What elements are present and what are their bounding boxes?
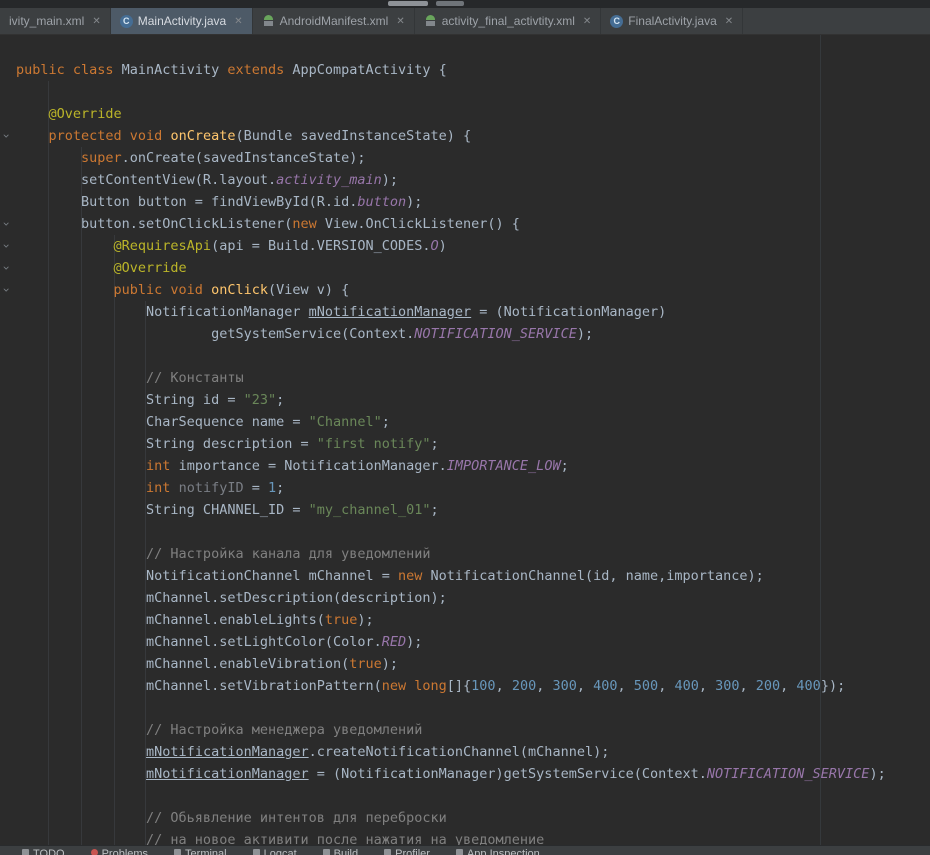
code-line: mChannel.enableLights(true); bbox=[0, 609, 930, 631]
close-tab-icon[interactable]: ✕ bbox=[396, 16, 404, 27]
tab-ivity-main-xml[interactable]: ivity_main.xml ✕ bbox=[0, 8, 111, 34]
code-line: int notifyID = 1; bbox=[0, 477, 930, 499]
code-line: // Настройка канала для уведомлений bbox=[0, 543, 930, 565]
code-line bbox=[0, 81, 930, 103]
statusbar-item-label: Build bbox=[334, 847, 358, 855]
code-line: @RequiresApi(api = Build.VERSION_CODES.O… bbox=[0, 235, 930, 257]
build-icon bbox=[323, 849, 330, 855]
terminal-icon bbox=[174, 849, 181, 855]
statusbar-item-label: TODO bbox=[33, 847, 65, 855]
code-line bbox=[0, 785, 930, 807]
code-line: mChannel.setDescription(description); bbox=[0, 587, 930, 609]
java-class-icon: C bbox=[120, 15, 133, 28]
code-line: button.setOnClickListener(new View.OnCli… bbox=[0, 213, 930, 235]
editor[interactable]: public class MainActivity extends AppCom… bbox=[0, 35, 930, 845]
top-toolbar-strip bbox=[0, 0, 930, 8]
statusbar-item-todo[interactable]: TODO bbox=[22, 847, 65, 855]
code-line: String CHANNEL_ID = "my_channel_01"; bbox=[0, 499, 930, 521]
fold-marker-icon[interactable]: › bbox=[0, 288, 13, 293]
statusbar-item-label: Logcat bbox=[264, 847, 297, 855]
statusbar-item-terminal[interactable]: Terminal bbox=[174, 847, 227, 855]
statusbar-item-label: Problems bbox=[102, 847, 148, 855]
code-line: setContentView(R.layout.activity_main); bbox=[0, 169, 930, 191]
tab-bar: ivity_main.xml✕CMainActivity.java✕Androi… bbox=[0, 8, 930, 35]
statusbar-item-logcat[interactable]: Logcat bbox=[253, 847, 297, 855]
tab-label: ivity_main.xml bbox=[9, 14, 84, 28]
code-line bbox=[0, 345, 930, 367]
problems-icon bbox=[91, 849, 98, 855]
statusbar-item-build[interactable]: Build bbox=[323, 847, 358, 855]
code-line: NotificationManager mNotificationManager… bbox=[0, 301, 930, 323]
code-line bbox=[0, 697, 930, 719]
code-line: String description = "first notify"; bbox=[0, 433, 930, 455]
code-line: public class MainActivity extends AppCom… bbox=[0, 59, 930, 81]
statusbar-item-label: Terminal bbox=[185, 847, 227, 855]
statusbar-item-problems[interactable]: Problems bbox=[91, 847, 148, 855]
toolbar-fragment bbox=[388, 1, 428, 6]
status-bar: TODO Problems Terminal Logcat Build Profiler A… bbox=[0, 845, 930, 855]
code-line: mNotificationManager.createNotificationC… bbox=[0, 741, 930, 763]
code-line: int importance = NotificationManager.IMP… bbox=[0, 455, 930, 477]
close-tab-icon[interactable]: ✕ bbox=[583, 16, 591, 27]
tab-label: AndroidManifest.xml bbox=[280, 14, 389, 28]
tab-androidmanifest-xml[interactable]: AndroidManifest.xml ✕ bbox=[253, 8, 415, 34]
code-area[interactable]: public class MainActivity extends AppCom… bbox=[0, 59, 930, 845]
close-tab-icon[interactable]: ✕ bbox=[92, 16, 100, 27]
code-line: String id = "23"; bbox=[0, 389, 930, 411]
code-line: protected void onCreate(Bundle savedInst… bbox=[0, 125, 930, 147]
tab-finalactivity-java[interactable]: C FinalActivity.java ✕ bbox=[601, 8, 743, 34]
code-line: mNotificationManager = (NotificationMana… bbox=[0, 763, 930, 785]
fold-marker-icon[interactable]: › bbox=[0, 244, 13, 249]
code-line: super.onCreate(savedInstanceState); bbox=[0, 147, 930, 169]
toolbar-fragment bbox=[436, 1, 464, 6]
fold-marker-icon[interactable]: › bbox=[0, 134, 13, 139]
code-line: @Override bbox=[0, 103, 930, 125]
close-tab-icon[interactable]: ✕ bbox=[725, 16, 733, 27]
tab-label: FinalActivity.java bbox=[628, 14, 716, 28]
profiler-icon bbox=[384, 849, 391, 855]
statusbar-item-label: Profiler bbox=[395, 847, 430, 855]
code-line: getSystemService(Context.NOTIFICATION_SE… bbox=[0, 323, 930, 345]
code-line: // на новое активити после нажатия на ув… bbox=[0, 829, 930, 845]
statusbar-item-profiler[interactable]: Profiler bbox=[384, 847, 430, 855]
logcat-icon bbox=[253, 849, 260, 855]
app-inspection-icon bbox=[456, 849, 463, 855]
code-line: @Override bbox=[0, 257, 930, 279]
android-xml-file-icon bbox=[262, 14, 275, 28]
code-line bbox=[0, 521, 930, 543]
tab-label: activity_final_activtity.xml bbox=[442, 14, 575, 28]
tab-activity-final-activtity-xml[interactable]: activity_final_activtity.xml ✕ bbox=[415, 8, 602, 34]
tab-label: MainActivity.java bbox=[138, 14, 226, 28]
code-line: public void onClick(View v) { bbox=[0, 279, 930, 301]
code-line: mChannel.setLightColor(Color.RED); bbox=[0, 631, 930, 653]
code-line: mChannel.setVibrationPattern(new long[]{… bbox=[0, 675, 930, 697]
close-tab-icon[interactable]: ✕ bbox=[234, 16, 242, 27]
code-line: CharSequence name = "Channel"; bbox=[0, 411, 930, 433]
statusbar-item-label: App Inspection bbox=[467, 847, 540, 855]
android-xml-file-icon bbox=[424, 14, 437, 28]
fold-marker-icon[interactable]: › bbox=[0, 222, 13, 227]
tab-mainactivity-java[interactable]: C MainActivity.java ✕ bbox=[111, 8, 253, 34]
code-line: mChannel.enableVibration(true); bbox=[0, 653, 930, 675]
java-class-icon: C bbox=[610, 15, 623, 28]
fold-marker-icon[interactable]: › bbox=[0, 266, 13, 271]
code-line: // Обьявление интентов для переброски bbox=[0, 807, 930, 829]
code-line: Button button = findViewById(R.id.button… bbox=[0, 191, 930, 213]
statusbar-item-app-inspection[interactable]: App Inspection bbox=[456, 847, 540, 855]
code-line: // Константы bbox=[0, 367, 930, 389]
todo-icon bbox=[22, 849, 29, 855]
code-line: // Настройка менеджера уведомлений bbox=[0, 719, 930, 741]
code-line: NotificationChannel mChannel = new Notif… bbox=[0, 565, 930, 587]
